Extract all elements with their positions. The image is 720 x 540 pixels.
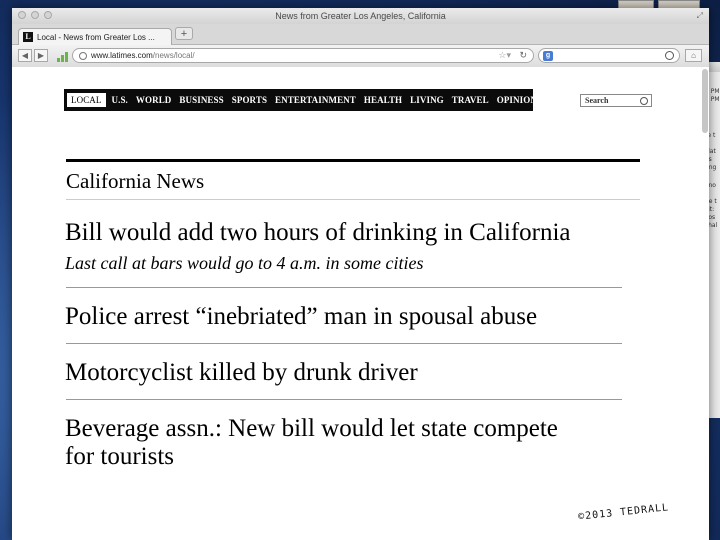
section-rule [66, 159, 640, 162]
site-nav-business[interactable]: BUSINESS [175, 93, 227, 107]
story-deck: Last call at bars would go to 4 a.m. in … [65, 253, 424, 273]
tab-bar: L Local - News from Greater Los ... + [12, 24, 709, 45]
back-button[interactable]: ◀ [18, 49, 32, 62]
title-bar[interactable]: News from Greater Los Angeles, Californi… [12, 8, 709, 24]
site-nav-entertainment[interactable]: ENTERTAINMENT [271, 93, 360, 107]
site-nav-travel[interactable]: TRAVEL [448, 93, 493, 107]
artist-signature: ©2013 TEDRALL [577, 502, 670, 523]
story-divider [66, 399, 622, 400]
forward-button[interactable]: ▶ [34, 49, 48, 62]
new-tab-button[interactable]: + [175, 27, 193, 40]
search-icon[interactable] [640, 97, 648, 105]
url-text[interactable]: www.latimes.com/news/local/ [91, 51, 195, 60]
browser-window: News from Greater Los Angeles, Californi… [12, 8, 709, 540]
site-nav: LOCAL U.S. WORLD BUSINESS SPORTS ENTERTA… [64, 89, 537, 111]
section-divider [66, 199, 640, 200]
story-headline[interactable]: Beverage assn.: New bill would let state… [65, 415, 558, 443]
url-bar[interactable]: www.latimes.com/news/local/ ☆▾ ↻ [72, 48, 534, 63]
url-host: www.latimes.com [91, 51, 153, 60]
site-nav-world[interactable]: WORLD [132, 93, 176, 107]
site-search-input[interactable]: Search [580, 94, 652, 107]
story-headline-continued[interactable]: for tourists [65, 443, 174, 471]
scrollbar-thumb[interactable] [702, 69, 708, 133]
search-engine-bar[interactable]: g [538, 48, 680, 63]
tab-local[interactable]: L Local - News from Greater Los ... [18, 28, 172, 45]
site-nav-local[interactable]: LOCAL [67, 93, 106, 107]
story-headline[interactable]: Police arrest “inebriated” man in spousa… [65, 303, 537, 331]
window-title: News from Greater Los Angeles, Californi… [275, 11, 446, 21]
reload-icon[interactable]: ↻ [519, 50, 527, 61]
navigation-toolbar: ◀ ▶ www.latimes.com/news/local/ ☆▾ ↻ g ⌂ [12, 45, 709, 68]
home-button[interactable]: ⌂ [685, 49, 702, 62]
bookmark-star-icon[interactable]: ☆▾ [498, 50, 511, 61]
signal-bars-icon[interactable] [57, 49, 69, 62]
url-path: /news/local/ [152, 51, 195, 60]
site-nav-opinion[interactable]: OPINION [493, 93, 541, 107]
story-divider [66, 287, 622, 288]
page-content: LOCAL U.S. WORLD BUSINESS SPORTS ENTERTA… [12, 67, 709, 540]
google-icon[interactable]: g [543, 51, 553, 61]
section-title: California News [66, 169, 205, 193]
site-nav-sports[interactable]: SPORTS [228, 93, 271, 107]
tab-title: Local - News from Greater Los ... [37, 32, 155, 42]
story-headline[interactable]: Motorcyclist killed by drunk driver [65, 359, 418, 387]
site-nav-health[interactable]: HEALTH [360, 93, 406, 107]
site-nav-us[interactable]: U.S. [108, 93, 132, 107]
story-headline[interactable]: Bill would add two hours of drinking in … [65, 219, 571, 247]
search-icon[interactable] [665, 51, 674, 60]
site-search-label: Search [585, 96, 609, 105]
fullscreen-icon[interactable]: ⤢ [697, 11, 703, 21]
globe-icon [79, 52, 87, 60]
favicon-icon: L [23, 32, 33, 42]
story-divider [66, 343, 622, 344]
site-nav-living[interactable]: LIVING [406, 93, 448, 107]
